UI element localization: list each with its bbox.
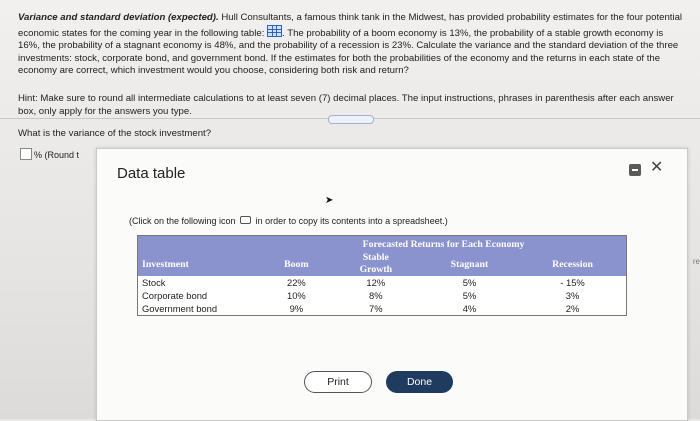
copy-note: (Click on the following icon in order to… xyxy=(129,216,448,226)
header-recession: Recession xyxy=(519,252,627,276)
minimize-icon[interactable] xyxy=(629,164,641,176)
header-stable-2: Growth xyxy=(359,264,393,275)
answer-input[interactable] xyxy=(20,148,32,160)
sub-question: What is the variance of the stock invest… xyxy=(18,128,212,139)
returns-table: Forecasted Returns for Each Economy Inve… xyxy=(137,235,627,316)
close-icon[interactable]: ✕ xyxy=(650,159,663,177)
header-stable-growth: Stable Growth xyxy=(331,252,420,276)
cell-stagnant: 5% xyxy=(419,276,520,289)
cell-boom: 22% xyxy=(261,276,332,289)
table-row: Government bond 9% 7% 4% 2% xyxy=(137,302,627,316)
copy-note-pre: (Click on the following icon xyxy=(129,216,236,226)
table-row: Corporate bond 10% 8% 5% 3% xyxy=(137,289,627,302)
row-label: Government bond xyxy=(137,302,261,316)
row-label: Stock xyxy=(137,276,261,289)
cell-boom: 10% xyxy=(261,289,332,302)
cursor-icon: ➤ xyxy=(325,195,334,206)
header-boom: Boom xyxy=(261,252,332,276)
header-investment: Investment xyxy=(137,252,261,276)
copy-note-post: in order to copy its contents into a spr… xyxy=(255,216,448,226)
divider-handle[interactable] xyxy=(328,115,374,124)
data-table-dialog: Data table ✕ ➤ (Click on the following i… xyxy=(96,148,688,421)
done-button[interactable]: Done xyxy=(386,371,453,393)
cell-stable: 7% xyxy=(331,302,420,316)
header-stagnant: Stagnant xyxy=(419,252,520,276)
print-button[interactable]: Print xyxy=(304,371,372,393)
cell-stagnant: 4% xyxy=(419,302,520,316)
cell-stagnant: 5% xyxy=(419,289,520,302)
cell-recession: 2% xyxy=(519,302,627,316)
cell-recession: 3% xyxy=(519,289,627,302)
answer-instruction: % (Round t xyxy=(34,150,80,160)
page: Variance and standard deviation (expecte… xyxy=(0,0,700,421)
dialog-title: Data table xyxy=(117,165,186,182)
table-icon[interactable] xyxy=(267,24,283,37)
row-label: Corporate bond xyxy=(137,289,261,302)
copy-icon[interactable] xyxy=(240,216,252,224)
cell-boom: 9% xyxy=(261,302,332,316)
header-blank xyxy=(137,235,261,252)
question-text: Variance and standard deviation (expecte… xyxy=(18,12,686,78)
cell-stable: 12% xyxy=(331,276,420,289)
group-header: Forecasted Returns for Each Economy xyxy=(261,235,627,252)
side-text: re xyxy=(692,257,700,266)
table-row: Stock 22% 12% 5% - 15% xyxy=(137,276,627,289)
header-stable-1: Stable xyxy=(362,252,389,263)
cell-recession: - 15% xyxy=(519,276,627,289)
cell-stable: 8% xyxy=(331,289,420,302)
question-title: Variance and standard deviation (expecte… xyxy=(18,12,219,23)
